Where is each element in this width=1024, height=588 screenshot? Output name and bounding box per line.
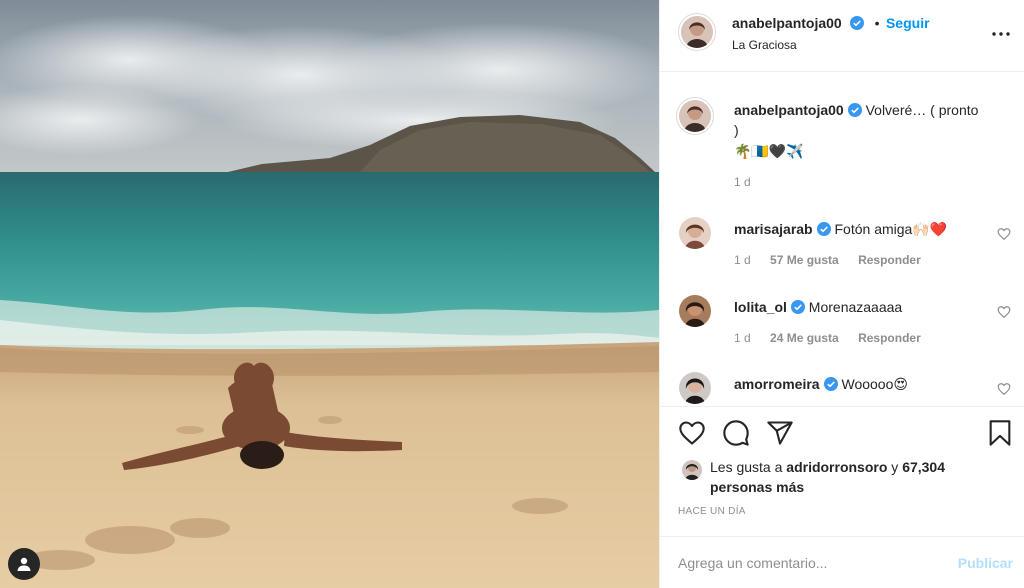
user-tag-icon [17,557,31,571]
verified-badge-icon [850,16,865,30]
post-location[interactable]: La Graciosa [732,38,797,52]
comment-heart-icon[interactable] [997,305,1011,319]
beach-photo [0,0,659,588]
verified-badge-icon [816,222,831,236]
comment-body: Morenazaaaaa [808,299,903,315]
verified-badge-icon [790,300,805,314]
comment-age[interactable]: 1 d [734,331,751,345]
comment-heart-icon[interactable] [997,382,1011,396]
caption-age[interactable]: 1 d [734,175,751,189]
comment-input[interactable] [678,551,938,575]
comment-likes-count[interactable]: 57 Me gusta [770,253,839,267]
caption-row: anabelpantoja00 Volveré… ( pronto ) 🌴🇮🇨🖤… [676,97,1011,197]
comment-age[interactable]: 1 d [734,253,751,267]
comment-text: amorromeira Wooooo😍 [734,374,974,394]
publish-button[interactable]: Publicar [958,555,1013,571]
comment-heart-icon[interactable] [997,227,1011,241]
commenter-avatar[interactable] [679,217,711,249]
reply-button[interactable]: Responder [858,331,921,345]
comment-meta: 1 d 57 Me gusta Responder [734,253,937,267]
author-username[interactable]: anabelpantoja00 [732,15,842,31]
liked-by-connector: y [891,459,899,475]
liker-avatar[interactable] [682,460,702,480]
follow-button[interactable]: Seguir [886,15,930,31]
comment-body: Fotón amiga🙌🏻❤️ [834,221,948,237]
liker-username[interactable]: adridorronsoro [786,459,887,475]
caption-username[interactable]: anabelpantoja00 [734,102,844,118]
caption-emoji-line: 🌴🇮🇨🖤✈️ [734,143,804,159]
author-line: anabelpantoja00 • Seguir [732,15,930,33]
post-actions: Les gusta a adridorronsoro y 67,304 pers… [660,406,1024,536]
comment-body: Wooooo😍 [841,376,908,392]
comments-list[interactable]: anabelpantoja00 Volveré… ( pronto ) 🌴🇮🇨🖤… [660,73,1024,406]
separator-dot: • [874,15,880,31]
commenter-username[interactable]: marisajarab [734,221,813,237]
caption-meta: 1 d [734,175,767,189]
post-side-panel: anabelpantoja00 • Seguir La Graciosa ana… [659,0,1024,588]
author-avatar[interactable] [681,16,713,48]
share-icon[interactable] [766,419,794,447]
comment-item: amorromeira Wooooo😍 [676,369,1011,406]
caption-avatar[interactable] [679,100,711,132]
user-tag-button[interactable] [8,548,40,580]
commenter-avatar[interactable] [679,372,711,404]
more-options-icon[interactable] [989,22,1013,46]
commenter-avatar[interactable] [679,295,711,327]
add-comment-bar: Publicar [660,536,1024,588]
verified-badge-icon [823,377,838,391]
reply-button[interactable]: Responder [858,253,921,267]
comment-text: marisajarab Fotón amiga🙌🏻❤️ [734,219,974,239]
post-timestamp[interactable]: Hace un día [678,506,746,517]
comment-text: lolita_ol Morenazaaaaa [734,297,974,317]
instagram-post-modal: anabelpantoja00 • Seguir La Graciosa ana… [0,0,1024,588]
heart-icon[interactable] [678,419,706,447]
liked-by-prefix: Les gusta a [710,459,783,475]
comment-likes-count[interactable]: 24 Me gusta [770,331,839,345]
comment-item: marisajarab Fotón amiga🙌🏻❤️ 1 d 57 Me gu… [676,214,1011,274]
liked-by-text: Les gusta a adridorronsoro y 67,304 pers… [710,457,1010,497]
commenter-username[interactable]: lolita_ol [734,299,787,315]
post-header: anabelpantoja00 • Seguir La Graciosa [660,0,1024,72]
comment-item: lolita_ol Morenazaaaaa 1 d 24 Me gusta R… [676,292,1011,352]
comment-icon[interactable] [722,419,750,447]
post-photo[interactable] [0,0,659,588]
caption-text: anabelpantoja00 Volveré… ( pronto ) 🌴🇮🇨🖤… [734,100,979,161]
verified-badge-icon [847,103,862,117]
commenter-username[interactable]: amorromeira [734,376,820,392]
bookmark-icon[interactable] [986,419,1014,447]
comment-meta: 1 d 24 Me gusta Responder [734,331,937,345]
